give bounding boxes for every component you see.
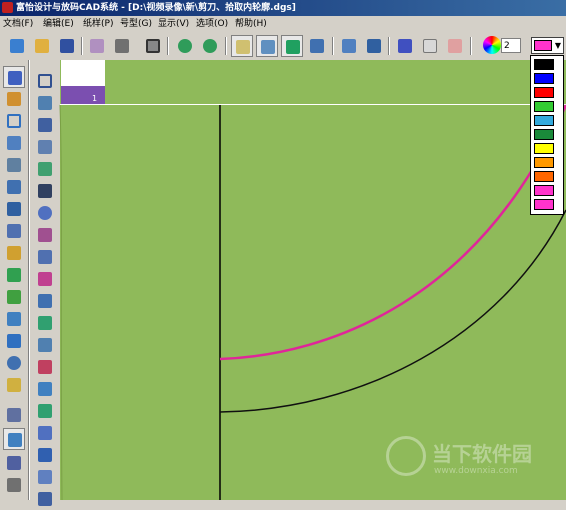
watermark-url: www.downxia.com [434,466,518,476]
watermark: 当下软件园 www.downxia.com [386,432,556,492]
color-option-blue[interactable] [534,73,554,84]
color-option-darkgreen[interactable] [534,129,554,140]
watermark-text: 当下软件园 [432,442,532,466]
color-option-magenta[interactable] [534,185,554,196]
color-option-yellow[interactable] [534,143,554,154]
watermark-logo-icon [386,436,426,476]
color-option-magenta-2[interactable] [534,199,554,210]
color-dropdown [530,55,564,215]
color-option-black[interactable] [534,59,554,70]
color-option-green[interactable] [534,101,554,112]
inner-contour-curve [219,104,566,361]
color-option-darkorange[interactable] [534,171,554,182]
color-option-red[interactable] [534,87,554,98]
outer-contour-curve [219,209,566,413]
pattern-drawing [59,104,566,500]
color-option-orange[interactable] [534,157,554,168]
canvas-edge [59,104,63,500]
color-option-cyan[interactable] [534,115,554,126]
